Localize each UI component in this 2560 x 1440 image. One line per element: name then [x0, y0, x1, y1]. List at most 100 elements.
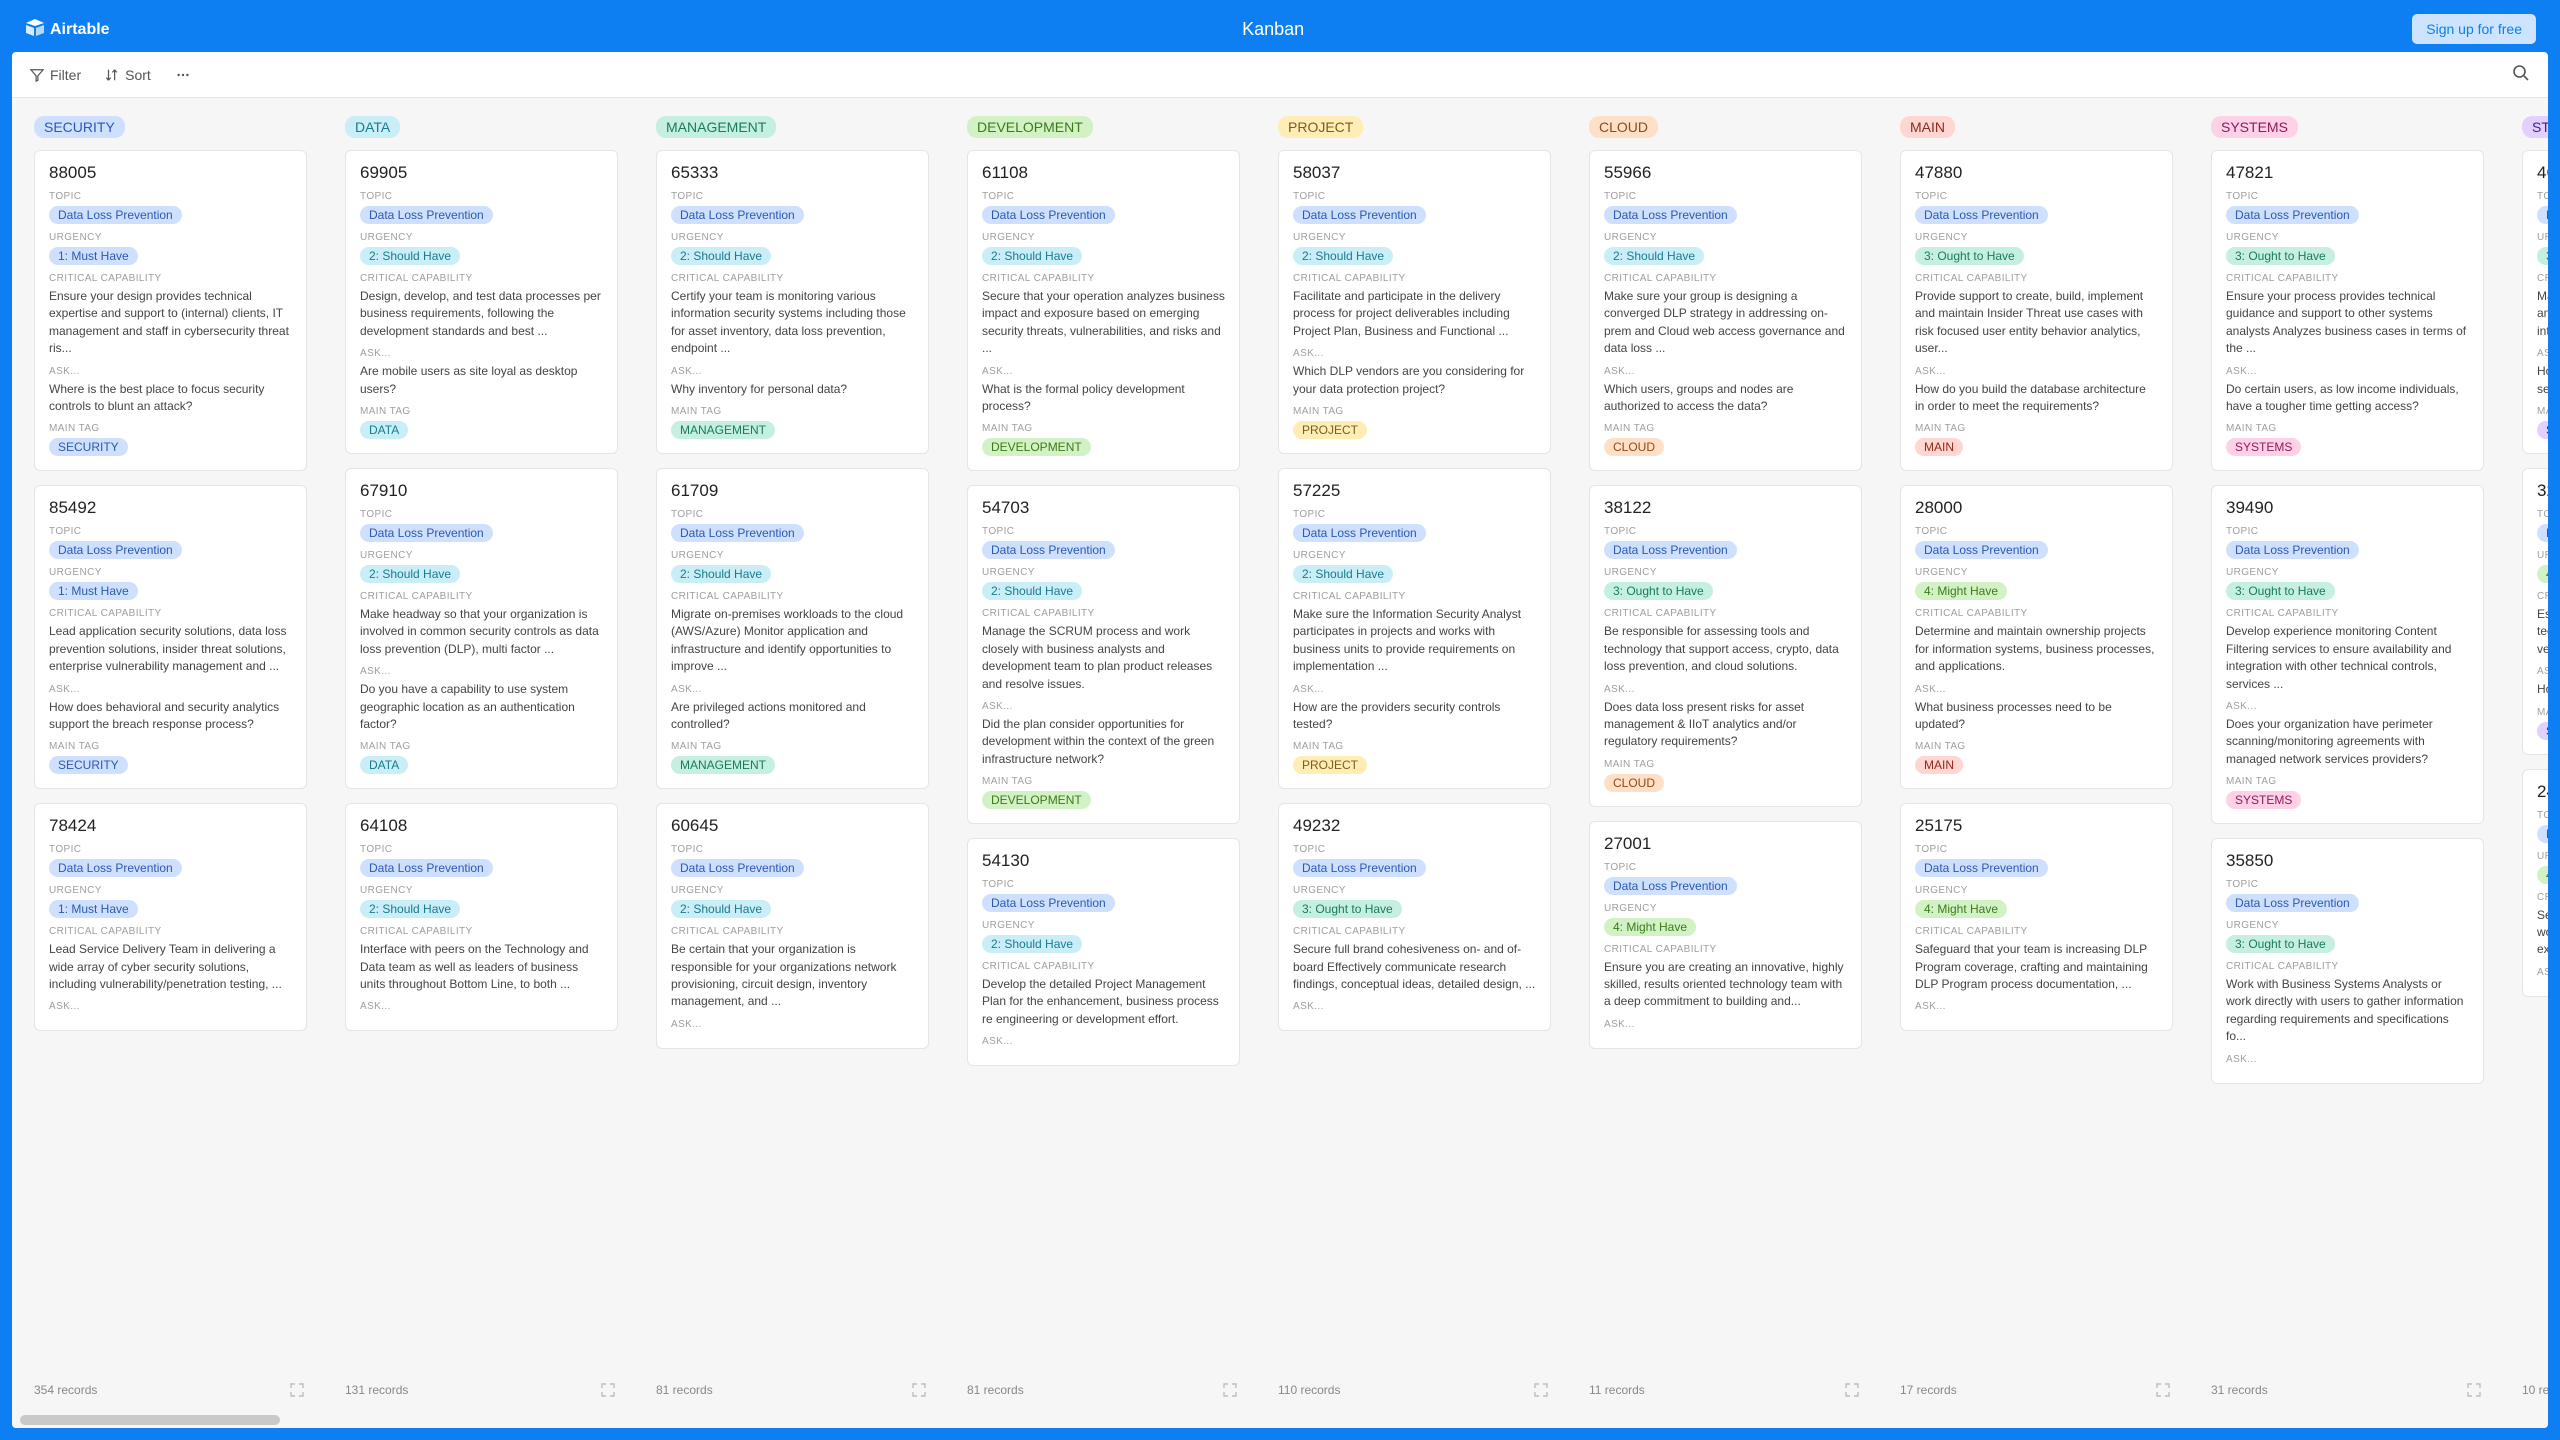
- kanban-card[interactable]: 46951 TOPIC Data Loss Prevention URGENCY…: [2522, 150, 2548, 454]
- expand-icon[interactable]: [1844, 1382, 1860, 1398]
- column-cards[interactable]: 58037 TOPIC Data Loss Prevention URGENCY…: [1278, 150, 1561, 1374]
- column-tag[interactable]: STRONG: [2522, 116, 2548, 138]
- kanban-card[interactable]: 35850 TOPIC Data Loss Prevention URGENCY…: [2211, 838, 2484, 1084]
- maintag-pill: MAIN: [1915, 438, 1963, 456]
- kanban-card[interactable]: 27001 TOPIC Data Loss Prevention URGENCY…: [1589, 821, 1862, 1049]
- kanban-card[interactable]: 54703 TOPIC Data Loss Prevention URGENCY…: [967, 485, 1240, 824]
- kanban-card[interactable]: 61108 TOPIC Data Loss Prevention URGENCY…: [967, 150, 1240, 471]
- column-cards[interactable]: 88005 TOPIC Data Loss Prevention URGENCY…: [34, 150, 317, 1374]
- kanban-card[interactable]: 55966 TOPIC Data Loss Prevention URGENCY…: [1589, 150, 1862, 471]
- label-critical-capability: CRITICAL CAPABILITY: [2226, 961, 2469, 972]
- label-urgency: URGENCY: [1915, 567, 2158, 578]
- kanban-card[interactable]: 54130 TOPIC Data Loss Prevention URGENCY…: [967, 838, 1240, 1066]
- label-topic: TOPIC: [49, 191, 292, 202]
- expand-icon[interactable]: [2466, 1382, 2482, 1398]
- column-tag[interactable]: DEVELOPMENT: [967, 116, 1093, 138]
- label-ask: ASK...: [1293, 684, 1536, 695]
- maintag-pill: SECURITY: [49, 756, 128, 774]
- more-button[interactable]: [175, 68, 191, 82]
- label-ask: ASK...: [1604, 684, 1847, 695]
- kanban-card[interactable]: 28000 TOPIC Data Loss Prevention URGENCY…: [1900, 485, 2173, 789]
- kanban-card[interactable]: 58037 TOPIC Data Loss Prevention URGENCY…: [1278, 150, 1551, 454]
- kanban-card[interactable]: 65333 TOPIC Data Loss Prevention URGENCY…: [656, 150, 929, 454]
- topic-pill: Data Loss Prevention: [1915, 541, 2048, 559]
- topic-pill: Data Loss Prevention: [1604, 206, 1737, 224]
- kanban-card[interactable]: 38122 TOPIC Data Loss Prevention URGENCY…: [1589, 485, 1862, 806]
- maintag-pill: SYSTEMS: [2226, 438, 2301, 456]
- kanban-card[interactable]: 61709 TOPIC Data Loss Prevention URGENCY…: [656, 468, 929, 789]
- topic-pill: Data Loss Prevention: [1915, 206, 2048, 224]
- column-tag[interactable]: MAIN: [1900, 116, 1955, 138]
- kanban-card[interactable]: 49232 TOPIC Data Loss Prevention URGENCY…: [1278, 803, 1551, 1031]
- horizontal-scrollbar[interactable]: [12, 1412, 2548, 1428]
- expand-icon[interactable]: [600, 1382, 616, 1398]
- sort-button[interactable]: Sort: [105, 67, 151, 83]
- card-id: 24001: [2537, 782, 2548, 802]
- column-footer: 10 records: [2522, 1374, 2548, 1406]
- label-maintag: MAIN TAG: [2226, 423, 2469, 434]
- kanban-column: DATA 69905 TOPIC Data Loss Prevention UR…: [345, 116, 628, 1406]
- signup-button[interactable]: Sign up for free: [2412, 14, 2536, 44]
- column-footer: 17 records: [1900, 1374, 2183, 1406]
- critical-capability-text: Manage the SCRUM process and work closel…: [982, 623, 1225, 693]
- kanban-card[interactable]: 60645 TOPIC Data Loss Prevention URGENCY…: [656, 803, 929, 1049]
- critical-capability-text: Lead application security solutions, dat…: [49, 623, 292, 675]
- label-maintag: MAIN TAG: [671, 741, 914, 752]
- search-button[interactable]: [2512, 64, 2530, 85]
- kanban-card[interactable]: 64108 TOPIC Data Loss Prevention URGENCY…: [345, 803, 618, 1031]
- column-tag[interactable]: CLOUD: [1589, 116, 1658, 138]
- label-topic: TOPIC: [1293, 844, 1536, 855]
- label-critical-capability: CRITICAL CAPABILITY: [1293, 273, 1536, 284]
- kanban-column: STRONG 46951 TOPIC Data Loss Prevention …: [2522, 116, 2548, 1406]
- label-maintag: MAIN TAG: [49, 741, 292, 752]
- search-icon: [2512, 64, 2530, 82]
- column-cards[interactable]: 47880 TOPIC Data Loss Prevention URGENCY…: [1900, 150, 2183, 1374]
- expand-icon[interactable]: [2155, 1382, 2171, 1398]
- kanban-card[interactable]: 85492 TOPIC Data Loss Prevention URGENCY…: [34, 485, 307, 789]
- label-urgency: URGENCY: [1293, 885, 1536, 896]
- critical-capability-text: Make sure your group is designing a conv…: [1604, 288, 1847, 358]
- filter-icon: [30, 68, 44, 82]
- brand[interactable]: Airtable: [24, 17, 134, 41]
- kanban-board[interactable]: SECURITY 88005 TOPIC Data Loss Preventio…: [12, 98, 2548, 1412]
- column-tag[interactable]: PROJECT: [1278, 116, 1363, 138]
- critical-capability-text: Secure that your operation establishes s…: [2537, 907, 2548, 959]
- kanban-card[interactable]: 47880 TOPIC Data Loss Prevention URGENCY…: [1900, 150, 2173, 471]
- label-critical-capability: CRITICAL CAPABILITY: [1604, 944, 1847, 955]
- column-cards[interactable]: 47821 TOPIC Data Loss Prevention URGENCY…: [2211, 150, 2494, 1374]
- kanban-card[interactable]: 32120 TOPIC Data Loss Prevention URGENCY…: [2522, 468, 2548, 755]
- urgency-pill: 3: Ought to Have: [2226, 582, 2335, 600]
- kanban-card[interactable]: 25175 TOPIC Data Loss Prevention URGENCY…: [1900, 803, 2173, 1031]
- urgency-pill: 2: Should Have: [1604, 247, 1704, 265]
- filter-button[interactable]: Filter: [30, 67, 81, 83]
- column-tag[interactable]: DATA: [345, 116, 400, 138]
- label-topic: TOPIC: [2226, 191, 2469, 202]
- kanban-card[interactable]: 57225 TOPIC Data Loss Prevention URGENCY…: [1278, 468, 1551, 789]
- expand-icon[interactable]: [289, 1382, 305, 1398]
- topic-pill: Data Loss Prevention: [982, 894, 1115, 912]
- column-cards[interactable]: 69905 TOPIC Data Loss Prevention URGENCY…: [345, 150, 628, 1374]
- expand-icon[interactable]: [1222, 1382, 1238, 1398]
- maintag-pill: PROJECT: [1293, 756, 1367, 774]
- critical-capability-text: Be responsible for assessing tools and t…: [1604, 623, 1847, 675]
- critical-capability-text: Establish strong working relationships w…: [2537, 606, 2548, 658]
- label-maintag: MAIN TAG: [671, 406, 914, 417]
- label-topic: TOPIC: [2537, 509, 2548, 520]
- column-cards[interactable]: 61108 TOPIC Data Loss Prevention URGENCY…: [967, 150, 1250, 1374]
- column-tag[interactable]: MANAGEMENT: [656, 116, 776, 138]
- ask-text: Do you have a capability to use system g…: [360, 681, 603, 733]
- kanban-card[interactable]: 47821 TOPIC Data Loss Prevention URGENCY…: [2211, 150, 2484, 471]
- expand-icon[interactable]: [911, 1382, 927, 1398]
- kanban-card[interactable]: 88005 TOPIC Data Loss Prevention URGENCY…: [34, 150, 307, 471]
- kanban-card[interactable]: 78424 TOPIC Data Loss Prevention URGENCY…: [34, 803, 307, 1031]
- column-tag[interactable]: SECURITY: [34, 116, 125, 138]
- kanban-card[interactable]: 24001 TOPIC Data Loss Prevention URGENCY…: [2522, 769, 2548, 997]
- expand-icon[interactable]: [1533, 1382, 1549, 1398]
- column-cards[interactable]: 65333 TOPIC Data Loss Prevention URGENCY…: [656, 150, 939, 1374]
- kanban-card[interactable]: 69905 TOPIC Data Loss Prevention URGENCY…: [345, 150, 618, 454]
- column-cards[interactable]: 55966 TOPIC Data Loss Prevention URGENCY…: [1589, 150, 1872, 1374]
- column-cards[interactable]: 46951 TOPIC Data Loss Prevention URGENCY…: [2522, 150, 2548, 1374]
- column-tag[interactable]: SYSTEMS: [2211, 116, 2298, 138]
- kanban-card[interactable]: 67910 TOPIC Data Loss Prevention URGENCY…: [345, 468, 618, 789]
- kanban-card[interactable]: 39490 TOPIC Data Loss Prevention URGENCY…: [2211, 485, 2484, 824]
